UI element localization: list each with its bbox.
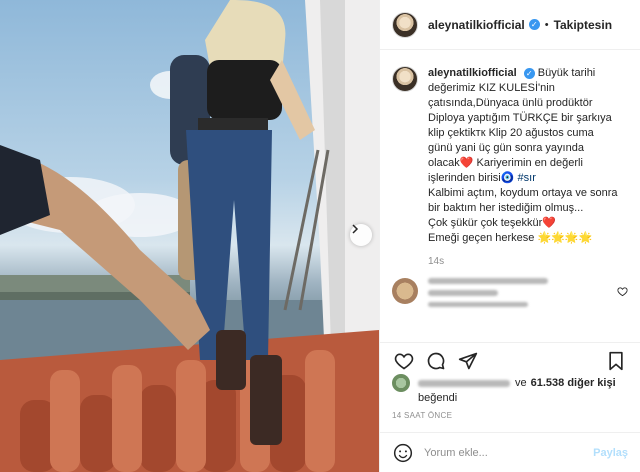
caption-text: aleynatilkiofficial ✓ Büyük tarihi değer… (428, 66, 623, 246)
caption-line: çatısında,Dünyaca ünlü prodüktör (428, 97, 593, 109)
save-button[interactable] (604, 349, 628, 373)
verified-icon: ✓ (523, 68, 535, 79)
caption-line: Kalbimi açtım, koydum ortaya ve sonra (428, 187, 618, 199)
caption-line: Emeği geçen herkese 🌟🌟🌟🌟 (428, 232, 593, 244)
heart-icon (394, 352, 414, 369)
comments-area: aleynatilkiofficial ✓ Büyük tarihi değer… (380, 50, 640, 340)
caption-avatar[interactable] (392, 66, 418, 92)
comment-form: Paylaş (380, 432, 640, 472)
like-button[interactable] (392, 349, 416, 373)
likes-prefix: ve (515, 377, 527, 389)
next-slide-button[interactable] (350, 224, 372, 246)
likes-count[interactable]: 61.538 diğer kişi (531, 377, 616, 389)
header-username[interactable]: aleynatilkiofficial (428, 18, 525, 32)
post-side-panel: aleynatilkiofficial ✓ • Takiptesin aleyn… (379, 0, 640, 472)
blurred-comment (428, 278, 548, 313)
emoji-button[interactable] (392, 442, 414, 464)
comment-button[interactable] (424, 349, 448, 373)
caption-username[interactable]: aleynatilkiofficial (428, 67, 517, 79)
caption-line: olacak❤️ Kariyerimin en değerli (428, 157, 583, 169)
caption-line: bir baktım her istediğim olmuş... (428, 202, 584, 214)
avatar[interactable] (392, 11, 418, 38)
share-icon (458, 352, 478, 369)
photo-scene (0, 0, 379, 472)
caption-line: Büyük tarihi (537, 67, 596, 79)
comment-input[interactable] (424, 446, 594, 459)
post-header: aleynatilkiofficial ✓ • Takiptesin (380, 0, 640, 50)
post-timestamp[interactable]: 14 SAAT ÖNCE (392, 411, 452, 420)
follow-status[interactable]: Takiptesin (554, 18, 612, 32)
caption-line: işlerinden birisi🧿 (428, 172, 518, 184)
post-comment-button[interactable]: Paylaş (593, 447, 628, 459)
caption-line: değerimiz KIZ KULESİ'nin (428, 82, 555, 94)
chevron-right-icon (352, 224, 359, 234)
caption-line: Çok şükür çok teşekkür❤️ (428, 217, 557, 229)
likes-suffix: beğendi (418, 392, 458, 404)
emoji-icon (393, 443, 413, 462)
caption-line: klip çektikтк Klip 20 ağustos cuma (428, 127, 594, 139)
caption: aleynatilkiofficial ✓ Büyük tarihi değer… (392, 66, 628, 246)
action-bar (380, 342, 640, 378)
blurred-liker-name[interactable] (418, 379, 510, 387)
caption-time: 14s (428, 256, 445, 267)
comment-icon (427, 352, 445, 369)
likes-summary: ve 61.538 diğer kişi (392, 374, 628, 392)
comment-like-heart-icon[interactable] (617, 286, 628, 297)
separator-dot: • (544, 18, 549, 31)
caption-line: günü yani üç gün sonra yayında (428, 142, 584, 154)
liker-avatar[interactable] (392, 374, 410, 392)
verified-icon: ✓ (528, 19, 540, 30)
comment-avatar[interactable] (392, 278, 418, 304)
comment-item (392, 278, 628, 313)
caption-line: Diploya yaptığım TÜRKÇE bir şarkıya (428, 112, 612, 124)
bookmark-icon (609, 351, 623, 370)
post-photo[interactable] (0, 0, 379, 472)
share-button[interactable] (456, 349, 480, 373)
hashtag-link[interactable]: #sır (518, 172, 536, 184)
